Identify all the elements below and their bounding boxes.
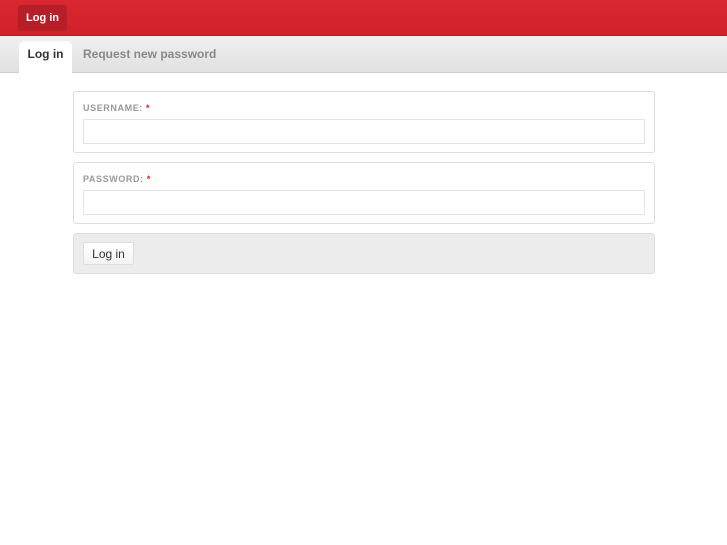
username-input[interactable] xyxy=(83,119,645,144)
tab-strip: Log in Request new password xyxy=(0,36,727,73)
username-field-group: USERNAME: * xyxy=(73,91,655,153)
tab-log-in[interactable]: Log in xyxy=(19,41,72,73)
top-bar: Log in xyxy=(0,0,727,36)
tab-request-new-password[interactable]: Request new password xyxy=(75,41,224,73)
login-submit-button[interactable]: Log in xyxy=(83,242,134,265)
password-input[interactable] xyxy=(83,190,645,215)
required-marker: * xyxy=(146,103,151,113)
form-actions: Log in xyxy=(73,233,655,274)
password-field-group: PASSWORD: * xyxy=(73,162,655,224)
header-login-link[interactable]: Log in xyxy=(18,5,67,31)
required-marker: * xyxy=(146,174,151,184)
username-label: USERNAME: * xyxy=(83,103,151,113)
password-label: PASSWORD: * xyxy=(83,174,151,184)
